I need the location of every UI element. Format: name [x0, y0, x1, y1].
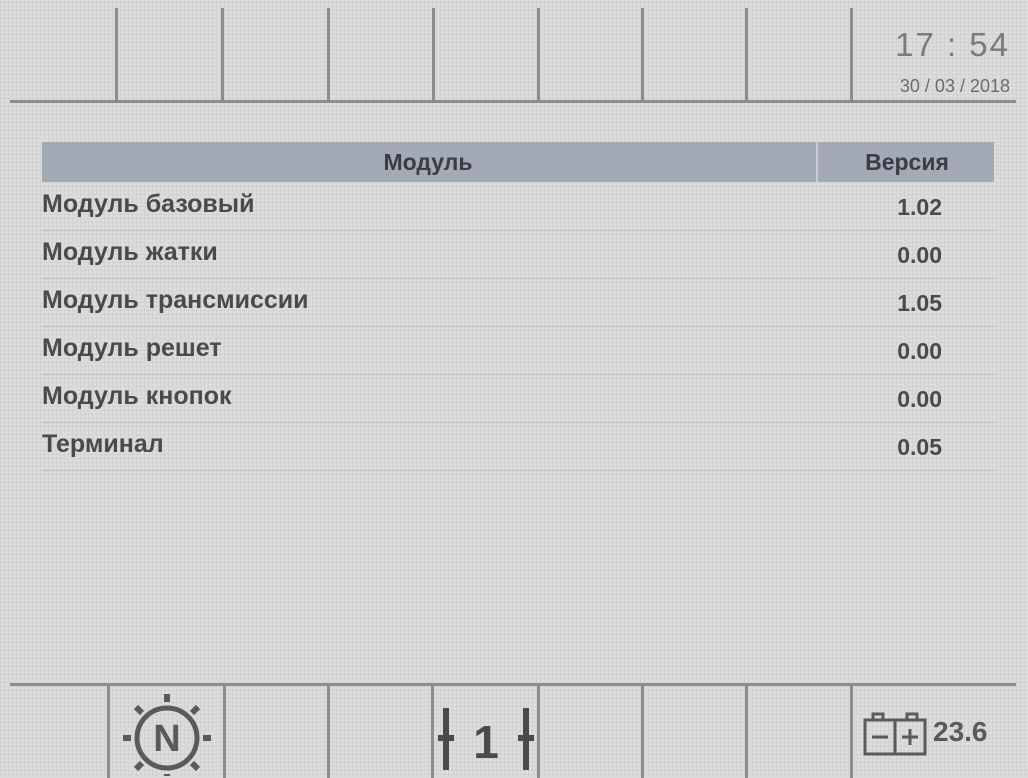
gear-number: 1 — [473, 716, 499, 768]
top-softkey-7[interactable] — [644, 8, 748, 100]
top-softkey-2[interactable] — [118, 8, 224, 100]
module-name: Модуль кнопок — [42, 382, 232, 410]
module-version: 0.05 — [897, 434, 942, 460]
top-softkey-8[interactable] — [748, 8, 850, 100]
bottom-softkey-4[interactable] — [330, 686, 434, 778]
bottom-softkey-6[interactable] — [540, 686, 644, 778]
battery-icon — [863, 712, 927, 756]
neutral-gear-icon: N — [123, 694, 211, 776]
clock-time: 17 : 54 — [895, 26, 1010, 63]
version-table-header: Модуль Версия — [42, 142, 994, 182]
table-row: Модуль кнопок 0.00 — [42, 374, 994, 423]
column-header-module: Модуль — [383, 148, 473, 175]
table-row: Терминал 0.05 — [42, 422, 994, 471]
column-header-version: Версия — [816, 142, 996, 182]
module-version: 0.00 — [897, 338, 942, 364]
module-version: 1.02 — [897, 194, 942, 220]
table-row: Модуль базовый 1.02 — [42, 182, 994, 231]
table-row: Модуль решет 0.00 — [42, 326, 994, 375]
clock-panel: 17 : 54 30 / 03 / 2018 — [850, 8, 1020, 100]
bottom-softkey-8[interactable] — [748, 686, 850, 778]
module-version: 0.00 — [897, 242, 942, 268]
bottom-softkey-3[interactable] — [226, 686, 330, 778]
top-softkey-5[interactable] — [435, 8, 540, 100]
module-name: Модуль жатки — [42, 238, 218, 266]
bottom-softkey-2[interactable]: N — [110, 686, 226, 778]
module-version: 0.00 — [897, 386, 942, 412]
module-name: Модуль базовый — [42, 190, 255, 218]
bottom-softkey-1[interactable] — [10, 686, 110, 778]
bottom-softkey-7[interactable] — [644, 686, 748, 778]
top-softkey-1[interactable] — [10, 8, 118, 100]
top-softkey-6[interactable] — [540, 8, 644, 100]
gear-letter: N — [153, 718, 180, 760]
module-name: Модуль решет — [42, 334, 222, 362]
top-softkey-3[interactable] — [224, 8, 330, 100]
module-name: Модуль трансмиссии — [42, 286, 309, 314]
top-status-bar: 17 : 54 30 / 03 / 2018 — [10, 8, 1016, 103]
battery-panel: 23.6 — [850, 686, 1020, 778]
module-name: Терминал — [42, 430, 164, 458]
battery-voltage: 23.6 — [933, 716, 988, 747]
bottom-status-bar: N 1 23.6 — [10, 683, 1016, 778]
table-row: Модуль жатки 0.00 — [42, 230, 994, 279]
gear-position-icon: 1 — [438, 708, 534, 770]
bottom-softkey-5[interactable]: 1 — [434, 686, 540, 778]
clock-date: 30 / 03 / 2018 — [899, 76, 1010, 96]
terminal-screen: 17 : 54 30 / 03 / 2018 Модуль Версия Мод… — [0, 0, 1028, 778]
table-row: Модуль трансмиссии 1.05 — [42, 278, 994, 327]
top-softkey-4[interactable] — [330, 8, 435, 100]
module-version: 1.05 — [897, 290, 942, 316]
